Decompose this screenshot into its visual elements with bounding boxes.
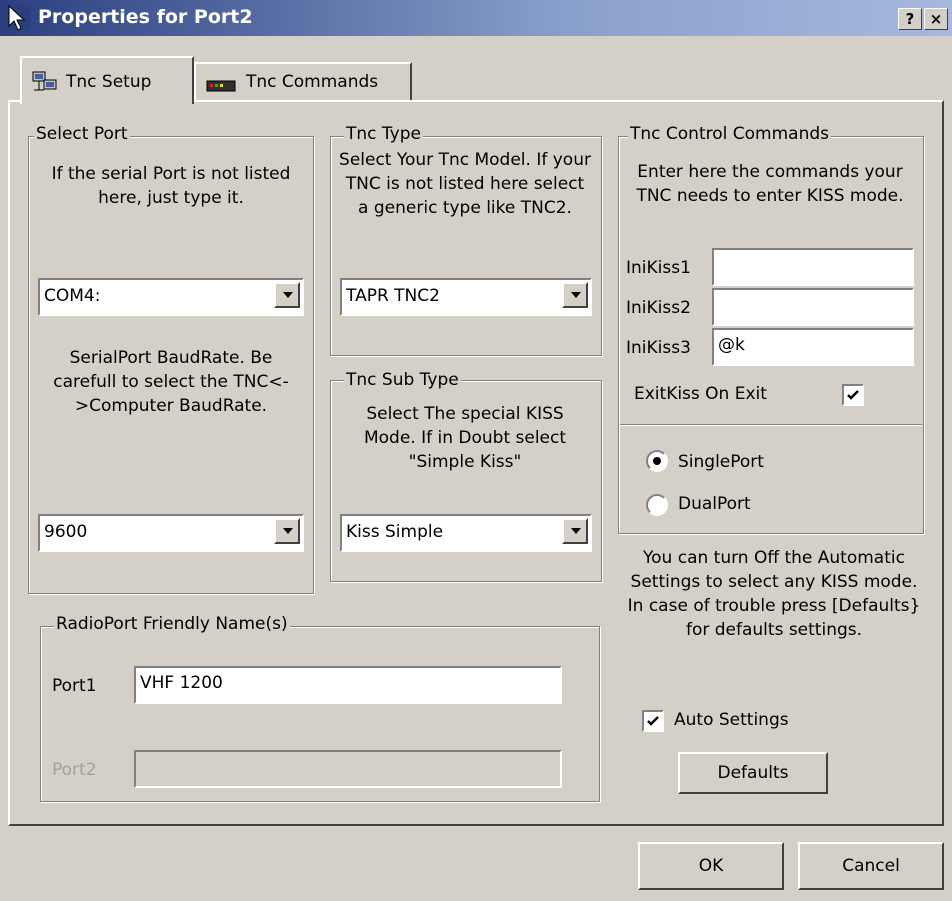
singleport-radio[interactable] (646, 450, 668, 472)
group-legend: Select Port (34, 124, 130, 144)
checkmark-icon (647, 716, 659, 726)
network-icon (32, 70, 58, 97)
tnc-device-icon (206, 78, 236, 98)
input-value: VHF 1200 (140, 673, 223, 693)
group-legend: Tnc Control Commands (628, 124, 831, 144)
radio-selected-dot (653, 457, 661, 465)
chevron-down-icon (571, 292, 581, 298)
dropdown-button[interactable] (274, 282, 300, 308)
chevron-down-icon (283, 528, 293, 534)
singleport-label: SinglePort (678, 452, 764, 472)
port1-label: Port1 (52, 676, 97, 696)
baudrate-select[interactable]: 9600 (38, 514, 304, 552)
inikiss1-input[interactable] (712, 248, 914, 286)
defaults-button[interactable]: Defaults (678, 752, 828, 794)
cancel-button[interactable]: Cancel (798, 842, 944, 890)
group-legend: RadioPort Friendly Name(s) (54, 614, 290, 634)
dropdown-button[interactable] (562, 282, 588, 308)
window-title: Properties for Port2 (38, 6, 253, 28)
baud-hint: SerialPort BaudRate. Be carefull to sele… (53, 348, 289, 416)
selected-value: TAPR TNC2 (346, 286, 440, 306)
inikiss2-label: IniKiss2 (626, 298, 691, 318)
chevron-down-icon (283, 292, 293, 298)
port-select[interactable]: COM4: (38, 278, 304, 316)
checkmark-icon (847, 390, 859, 400)
inikiss2-input[interactable] (712, 288, 914, 326)
dropdown-button[interactable] (562, 518, 588, 544)
separator (620, 424, 922, 426)
help-button[interactable]: ? (898, 8, 922, 30)
tab-label: Tnc Commands (246, 72, 379, 92)
tnc-sub-type-hint: Select The special KISS Mode. If in Doub… (363, 404, 567, 472)
selected-value: COM4: (44, 286, 101, 306)
exitkiss-checkbox[interactable] (842, 384, 864, 406)
port1-name-input[interactable]: VHF 1200 (134, 666, 562, 704)
inikiss3-input[interactable]: @k (712, 328, 914, 366)
ok-button[interactable]: OK (638, 842, 784, 890)
port-hint: If the serial Port is not listed here, j… (51, 164, 291, 208)
input-value: @k (718, 335, 745, 355)
selected-value: Kiss Simple (346, 522, 444, 542)
tnc-type-hint: Select Your Tnc Model. If your TNC is no… (339, 150, 591, 218)
selected-value: 9600 (44, 522, 88, 542)
exitkiss-label: ExitKiss On Exit (634, 384, 767, 404)
tab-label: Tnc Setup (66, 72, 152, 92)
auto-hint: You can turn Off the Automatic Settings … (627, 548, 921, 640)
group-legend: Tnc Type (344, 124, 423, 144)
inikiss3-label: IniKiss3 (626, 338, 691, 358)
inikiss1-label: IniKiss1 (626, 258, 691, 278)
tab-tnc-setup[interactable]: Tnc Setup (20, 56, 194, 104)
port2-label: Port2 (52, 760, 97, 780)
dropdown-button[interactable] (274, 518, 300, 544)
port2-name-input[interactable] (134, 750, 562, 788)
tnc-type-select[interactable]: TAPR TNC2 (340, 278, 592, 316)
close-button[interactable]: × (924, 8, 948, 30)
dualport-label: DualPort (678, 494, 751, 514)
tnc-control-hint: Enter here the commands your TNC needs t… (636, 162, 904, 206)
group-legend: Tnc Sub Type (344, 370, 461, 390)
auto-settings-checkbox[interactable] (642, 710, 664, 732)
tnc-sub-type-select[interactable]: Kiss Simple (340, 514, 592, 552)
app-icon (6, 4, 32, 32)
chevron-down-icon (571, 528, 581, 534)
tab-tnc-commands[interactable]: Tnc Commands (194, 62, 412, 102)
auto-settings-label: Auto Settings (674, 710, 789, 730)
dualport-radio[interactable] (646, 494, 668, 516)
